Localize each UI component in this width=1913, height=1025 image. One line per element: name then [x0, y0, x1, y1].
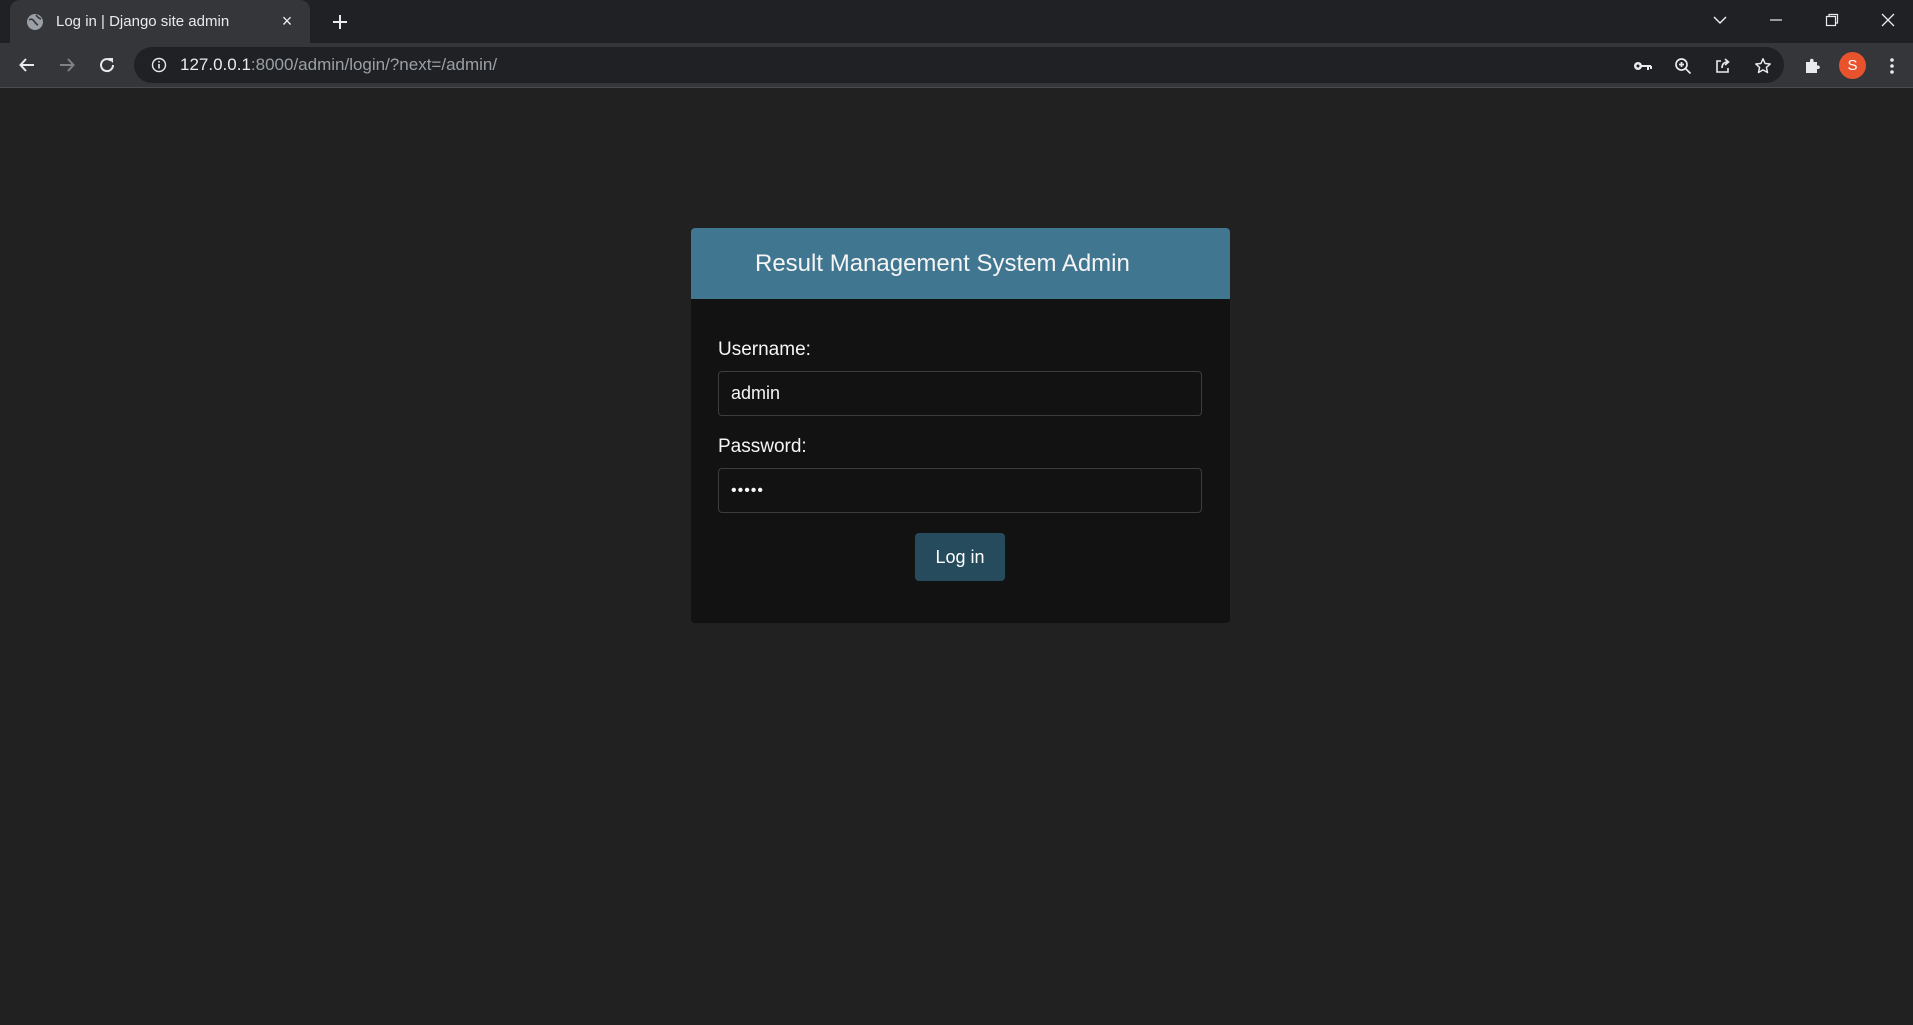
site-header: Result Management System Admin: [691, 228, 1230, 299]
username-field[interactable]: admin: [718, 371, 1202, 416]
restore-icon[interactable]: [1804, 0, 1860, 40]
key-icon[interactable]: [1630, 53, 1656, 79]
password-field[interactable]: •••••: [718, 468, 1202, 513]
globe-icon: [26, 13, 44, 31]
close-window-icon[interactable]: [1860, 0, 1913, 40]
login-form: Username: admin Password: ••••• Log in: [691, 299, 1230, 581]
password-label: Password:: [718, 436, 807, 457]
site-title: Result Management System Admin: [755, 249, 1130, 277]
tab-strip: Log in | Django site admin ×: [0, 0, 1913, 43]
forward-arrow-icon[interactable]: [51, 49, 83, 81]
minimize-icon[interactable]: [1748, 0, 1804, 40]
page-viewport: Result Management System Admin Username:…: [0, 89, 1913, 1025]
url-host: 127.0.0.1: [180, 55, 251, 74]
site-info-icon[interactable]: [150, 56, 168, 74]
back-arrow-icon[interactable]: [11, 49, 43, 81]
browser-toolbar: 127.0.0.1 :8000/admin/login/?next=/admin…: [0, 43, 1913, 88]
address-bar[interactable]: 127.0.0.1 :8000/admin/login/?next=/admin…: [134, 47, 1784, 83]
login-panel: Result Management System Admin Username:…: [691, 228, 1230, 623]
tab-search-icon[interactable]: [1692, 0, 1748, 40]
extensions-puzzle-icon[interactable]: [1798, 52, 1826, 80]
tab-close-icon[interactable]: ×: [276, 11, 298, 33]
share-icon[interactable]: [1710, 53, 1736, 79]
login-button[interactable]: Log in: [915, 533, 1005, 581]
reload-icon[interactable]: [91, 49, 123, 81]
bookmark-star-icon[interactable]: [1750, 53, 1776, 79]
browser-tab[interactable]: Log in | Django site admin ×: [10, 0, 310, 43]
zoom-icon[interactable]: [1670, 53, 1696, 79]
url-path: :8000/admin/login/?next=/admin/: [250, 55, 498, 74]
tab-title: Log in | Django site admin: [56, 13, 230, 30]
new-tab-icon[interactable]: [326, 8, 354, 36]
username-label: Username:: [718, 339, 811, 360]
kebab-menu-icon[interactable]: [1878, 52, 1906, 80]
profile-avatar[interactable]: S: [1839, 52, 1866, 79]
submit-row: Log in: [718, 533, 1202, 581]
